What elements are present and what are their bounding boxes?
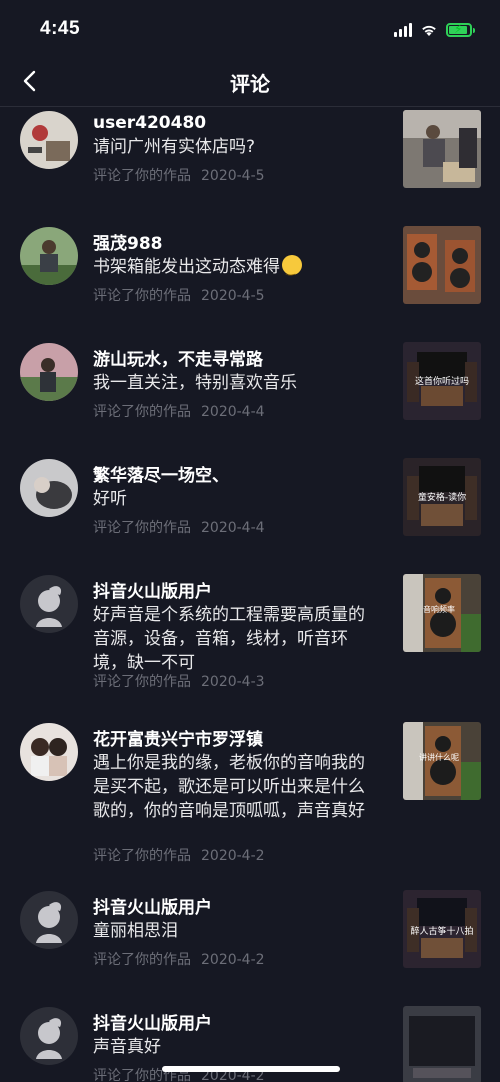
user-avatar[interactable] (20, 891, 78, 949)
thumbnail-caption: 讲讲什么呢 (419, 752, 459, 762)
comment-username[interactable]: 抖音火山版用户 (93, 893, 212, 918)
user-avatar[interactable] (20, 575, 78, 633)
comment-meta: 评论了你的作品 2020-4-2 (93, 845, 275, 865)
video-thumbnail[interactable]: 醉人古筝十八拍 (403, 890, 481, 968)
wifi-icon (422, 25, 436, 36)
video-thumbnail[interactable] (403, 226, 481, 304)
status-time: 4:45 (40, 18, 81, 39)
comment-date: 2020-4-2 (201, 848, 265, 864)
comment-meta: 评论了你的作品 2020-4-3 (93, 671, 275, 691)
comment-date: 2020-4-5 (201, 168, 265, 184)
comment-username[interactable]: 抖音火山版用户 (93, 577, 212, 602)
cellular-signal-icon (394, 23, 412, 37)
comment-text: 我一直关注，特别喜欢音乐 (93, 373, 297, 393)
comment-action: 评论了你的作品 (93, 288, 191, 304)
thumbnail-caption: 这首你听过吗 (415, 375, 469, 387)
comment-meta: 评论了你的作品 2020-4-5 (93, 165, 275, 185)
comment-username[interactable]: 游山玩水，不走寻常路 (93, 345, 263, 370)
comment-action: 评论了你的作品 (93, 674, 191, 690)
user-avatar[interactable] (20, 723, 78, 781)
comment-username[interactable]: 强茂988 (93, 229, 163, 254)
comment-action: 评论了你的作品 (93, 952, 191, 968)
video-thumbnail[interactable]: 这首你听过吗 (403, 342, 481, 420)
comment-date: 2020-4-2 (201, 952, 265, 968)
comment-username[interactable]: 繁华落尽一场空、 (93, 461, 229, 486)
user-avatar[interactable] (20, 343, 78, 401)
top-nav: 评论 (0, 58, 500, 107)
comment-text: 书架箱能发出这动态难得 (93, 255, 368, 282)
home-indicator[interactable] (162, 1066, 340, 1072)
user-avatar[interactable] (20, 459, 78, 517)
comment-date: 2020-4-4 (201, 404, 265, 420)
comment-list[interactable]: user420480 请问广州有实体店吗? 评论了你的作品 2020-4-5 强茂… (0, 107, 500, 1082)
comment-meta: 评论了你的作品 2020-4-5 (93, 285, 275, 305)
comment-text: 遇上你是我的缘，老板你的音响我的是买不起，歌还是可以听出来是什么歌的，你的音响是… (93, 753, 365, 821)
thumbnail-caption: 醉人古筝十八拍 (410, 925, 473, 937)
comment-date: 2020-4-4 (201, 520, 265, 536)
comment-text: 好声音是个系统的工程需要高质量的音源，设备，音箱，线材，听音环境，缺一不可 (93, 605, 365, 673)
user-avatar[interactable] (20, 227, 78, 285)
user-avatar[interactable] (20, 111, 78, 169)
comment-username[interactable]: 花开富贵兴宁市罗浮镇 (93, 725, 263, 750)
comment-date: 2020-4-3 (201, 674, 265, 690)
status-icons: ⚡ (394, 22, 475, 38)
comment-date: 2020-4-5 (201, 288, 265, 304)
status-bar: 4:45 ⚡ (0, 0, 500, 58)
comment-text-content: 书架箱能发出这动态难得 (93, 257, 280, 277)
battery-icon: ⚡ (446, 22, 475, 37)
video-thumbnail[interactable] (403, 1006, 481, 1082)
comment-meta: 评论了你的作品 2020-4-2 (93, 949, 275, 969)
thumbnail-caption: 音响频率 (423, 604, 455, 614)
comment-username[interactable]: 抖音火山版用户 (93, 1009, 212, 1034)
comment-text: 声音真好 (93, 1037, 161, 1057)
comment-action: 评论了你的作品 (93, 168, 191, 184)
comment-action: 评论了你的作品 (93, 848, 191, 864)
thumbnail-caption: 童安格-读你 (418, 491, 466, 503)
comment-action: 评论了你的作品 (93, 520, 191, 536)
video-thumbnail[interactable]: 讲讲什么呢 (403, 722, 481, 800)
comment-meta: 评论了你的作品 2020-4-4 (93, 517, 275, 537)
comment-username[interactable]: user420480 (93, 113, 206, 133)
user-avatar[interactable] (20, 1007, 78, 1065)
comment-text: 请问广州有实体店吗? (93, 137, 256, 157)
video-thumbnail[interactable] (403, 110, 481, 188)
video-thumbnail[interactable]: 音响频率 (403, 574, 481, 652)
comment-meta: 评论了你的作品 2020-4-4 (93, 401, 275, 421)
comment-action: 评论了你的作品 (93, 404, 191, 420)
comment-text: 童丽相思泪 (93, 921, 178, 941)
comment-text: 好听 (93, 489, 127, 509)
page-title: 评论 (230, 72, 270, 96)
smile-emoji-icon (282, 255, 302, 282)
video-thumbnail[interactable]: 童安格-读你 (403, 458, 481, 536)
